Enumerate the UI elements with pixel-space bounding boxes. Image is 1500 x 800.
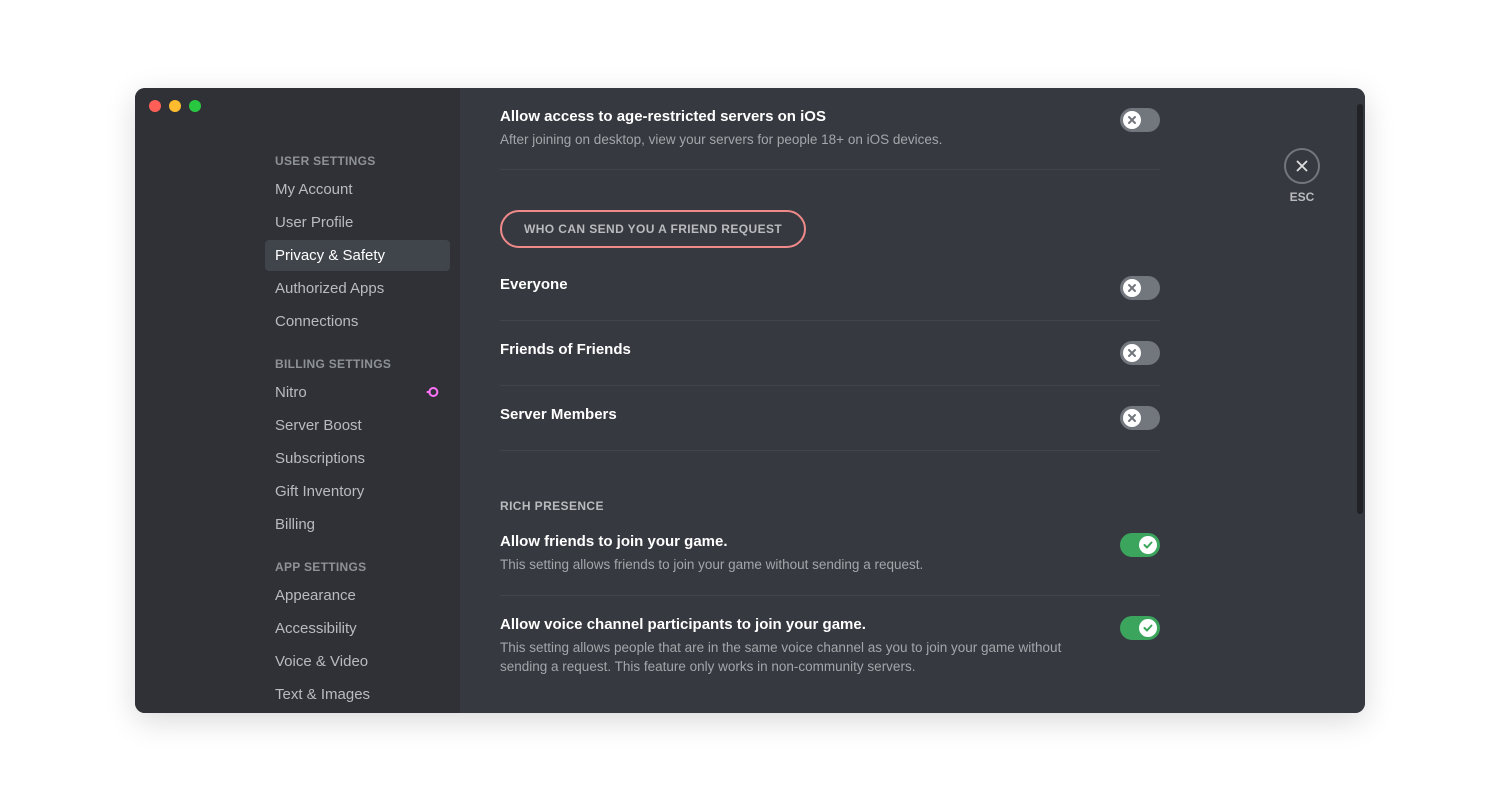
sidebar-header-app-settings: APP SETTINGS — [265, 554, 450, 580]
sidebar-item-label: Subscriptions — [275, 450, 365, 467]
setting-title: Allow voice channel participants to join… — [500, 616, 1100, 633]
sidebar-item-label: Authorized Apps — [275, 280, 384, 297]
sidebar-item-label: Server Boost — [275, 417, 362, 434]
sidebar-item-subscriptions[interactable]: Subscriptions — [265, 443, 450, 474]
toggle-server-members[interactable] — [1120, 406, 1160, 430]
settings-content: Allow access to age-restricted servers o… — [460, 88, 1365, 713]
setting-text: Allow access to age-restricted servers o… — [500, 108, 1120, 150]
toggle-friend-everyone[interactable] — [1120, 276, 1160, 300]
setting-text: Server Members — [500, 406, 1120, 429]
window-zoom-button[interactable] — [189, 100, 201, 112]
setting-text: Allow friends to join your game. This se… — [500, 533, 1120, 575]
toggle-knob — [1123, 111, 1141, 129]
sidebar-item-label: Voice & Video — [275, 653, 368, 670]
section-header-friend-request: WHO CAN SEND YOU A FRIEND REQUEST — [500, 210, 806, 248]
toggle-knob — [1139, 536, 1157, 554]
toggle-allow-friends-join[interactable] — [1120, 533, 1160, 557]
sidebar-item-appearance[interactable]: Appearance — [265, 580, 450, 611]
setting-title: Allow access to age-restricted servers o… — [500, 108, 1100, 125]
sidebar-item-label: Accessibility — [275, 620, 357, 637]
check-icon — [1142, 622, 1154, 634]
close-area: ESC — [1284, 148, 1320, 204]
sidebar-header-user-settings: USER SETTINGS — [265, 148, 450, 174]
setting-title: Server Members — [500, 406, 1100, 423]
window-minimize-button[interactable] — [169, 100, 181, 112]
sidebar-item-billing[interactable]: Billing — [265, 509, 450, 540]
x-icon — [1126, 347, 1138, 359]
sidebar-item-label: Connections — [275, 313, 358, 330]
sidebar-group-billing-settings: BILLING SETTINGS Nitro Server Boost Subs… — [265, 351, 450, 540]
sidebar-item-label: Text & Images — [275, 686, 370, 703]
setting-allow-voice-join: Allow voice channel participants to join… — [500, 596, 1160, 697]
close-icon — [1293, 157, 1311, 175]
toggle-knob — [1123, 409, 1141, 427]
setting-friend-of-friends: Friends of Friends — [500, 321, 1160, 386]
scrollbar-thumb[interactable] — [1357, 104, 1363, 514]
window-controls — [149, 100, 201, 112]
sidebar-item-my-account[interactable]: My Account — [265, 174, 450, 205]
close-label: ESC — [1290, 190, 1315, 204]
x-icon — [1126, 114, 1138, 126]
sidebar-group-app-settings: APP SETTINGS Appearance Accessibility Vo… — [265, 554, 450, 710]
sidebar-item-label: User Profile — [275, 214, 353, 231]
sidebar-item-accessibility[interactable]: Accessibility — [265, 613, 450, 644]
sidebar-item-nitro[interactable]: Nitro — [265, 377, 450, 408]
window-close-button[interactable] — [149, 100, 161, 112]
setting-title: Everyone — [500, 276, 1100, 293]
nitro-badge-icon — [424, 384, 440, 400]
setting-text: Friends of Friends — [500, 341, 1120, 364]
sidebar-item-gift-inventory[interactable]: Gift Inventory — [265, 476, 450, 507]
toggle-knob — [1123, 344, 1141, 362]
toggle-age-restricted[interactable] — [1120, 108, 1160, 132]
settings-sidebar: USER SETTINGS My Account User Profile Pr… — [135, 88, 460, 713]
sidebar-item-connections[interactable]: Connections — [265, 306, 450, 337]
sidebar-item-voice-video[interactable]: Voice & Video — [265, 646, 450, 677]
settings-window: USER SETTINGS My Account User Profile Pr… — [135, 88, 1365, 713]
setting-text: Allow voice channel participants to join… — [500, 616, 1120, 677]
sidebar-item-label: Gift Inventory — [275, 483, 364, 500]
sidebar-group-user-settings: USER SETTINGS My Account User Profile Pr… — [265, 148, 450, 337]
setting-allow-friends-join: Allow friends to join your game. This se… — [500, 513, 1160, 596]
toggle-friend-of-friends[interactable] — [1120, 341, 1160, 365]
sidebar-item-label: Nitro — [275, 384, 307, 401]
sidebar-item-privacy-safety[interactable]: Privacy & Safety — [265, 240, 450, 271]
sidebar-item-authorized-apps[interactable]: Authorized Apps — [265, 273, 450, 304]
scrollbar-track[interactable] — [1357, 104, 1363, 703]
sidebar-item-label: My Account — [275, 181, 353, 198]
setting-desc: This setting allows friends to join your… — [500, 556, 1100, 575]
x-icon — [1126, 282, 1138, 294]
setting-title: Friends of Friends — [500, 341, 1100, 358]
setting-age-restricted: Allow access to age-restricted servers o… — [500, 108, 1160, 171]
sidebar-item-text-images[interactable]: Text & Images — [265, 679, 450, 710]
setting-friend-everyone: Everyone — [500, 256, 1160, 321]
close-settings-button[interactable] — [1284, 148, 1320, 184]
check-icon — [1142, 539, 1154, 551]
toggle-knob — [1123, 279, 1141, 297]
toggle-allow-voice-join[interactable] — [1120, 616, 1160, 640]
setting-text: Everyone — [500, 276, 1120, 299]
sidebar-item-label: Privacy & Safety — [275, 247, 385, 264]
setting-desc: This setting allows people that are in t… — [500, 639, 1100, 677]
sidebar-item-label: Billing — [275, 516, 315, 533]
sidebar-item-user-profile[interactable]: User Profile — [265, 207, 450, 238]
setting-friend-server-members: Server Members — [500, 386, 1160, 451]
sidebar-header-billing-settings: BILLING SETTINGS — [265, 351, 450, 377]
x-icon — [1126, 412, 1138, 424]
sidebar-item-server-boost[interactable]: Server Boost — [265, 410, 450, 441]
setting-desc: After joining on desktop, view your serv… — [500, 131, 1100, 150]
sidebar-item-label: Appearance — [275, 587, 356, 604]
content-inner: Allow access to age-restricted servers o… — [500, 108, 1160, 698]
toggle-knob — [1139, 619, 1157, 637]
section-header-rich-presence: RICH PRESENCE — [500, 499, 1160, 513]
setting-title: Allow friends to join your game. — [500, 533, 1100, 550]
